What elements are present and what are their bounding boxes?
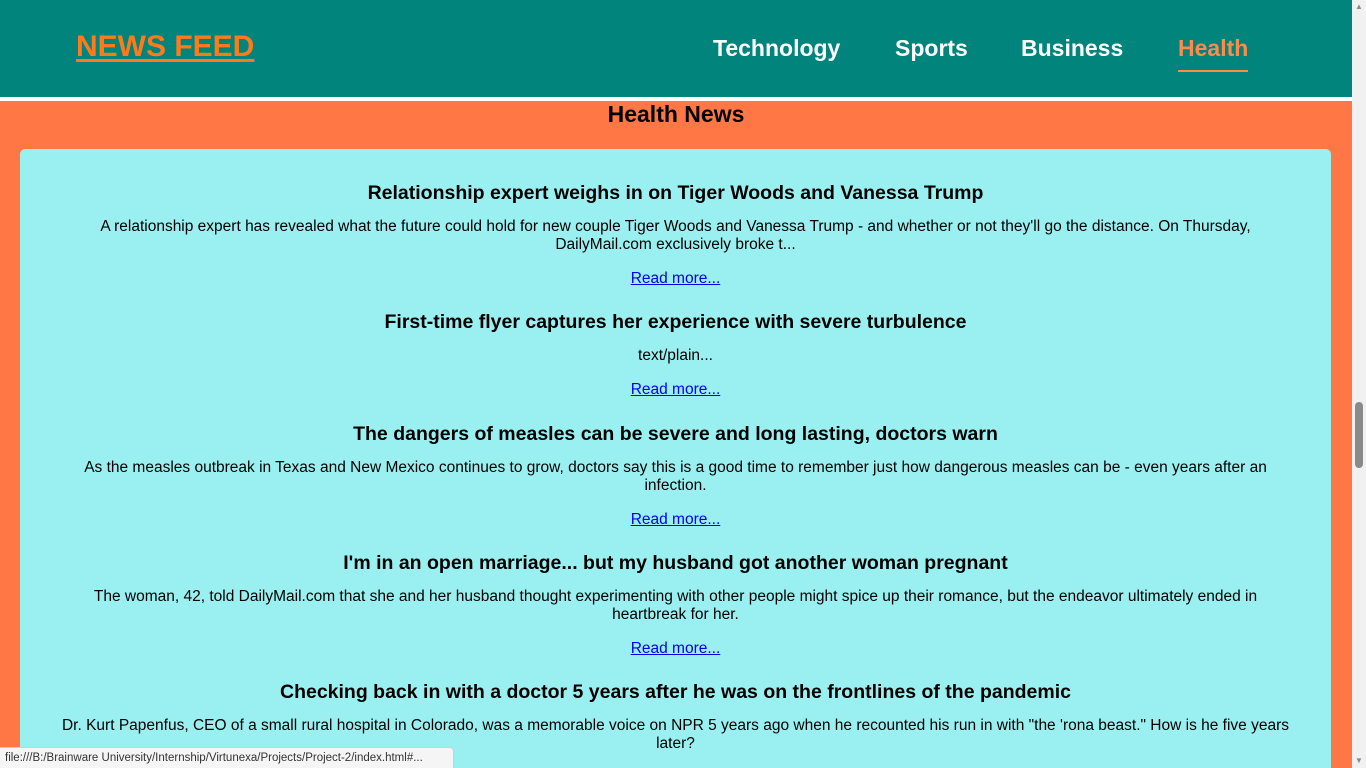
main-nav: Technology Sports Business Health bbox=[0, 35, 1352, 75]
article-item: First-time flyer captures her experience… bbox=[20, 310, 1331, 399]
link-status-bar: file:///B:/Brainware University/Internsh… bbox=[0, 747, 454, 768]
article-item: Checking back in with a doctor 5 years a… bbox=[20, 680, 1331, 753]
article-title: I'm in an open marriage... but my husban… bbox=[343, 552, 1008, 574]
nav-business[interactable]: Business bbox=[1021, 35, 1123, 62]
article-summary: As the measles outbreak in Texas and New… bbox=[84, 459, 1267, 494]
page: NEWS FEED Technology Sports Business Hea… bbox=[0, 0, 1366, 768]
scroll-up-arrow-icon[interactable]: ▲ bbox=[1352, 0, 1366, 14]
article-title: Relationship expert weighs in on Tiger W… bbox=[367, 182, 984, 204]
read-more-link[interactable]: Read more... bbox=[631, 381, 721, 399]
article-summary: The woman, 42, told DailyMail.com that s… bbox=[93, 588, 1258, 623]
article-item: I'm in an open marriage... but my husban… bbox=[20, 551, 1331, 658]
read-more-link[interactable]: Read more... bbox=[631, 640, 721, 658]
read-more-link[interactable]: Read more... bbox=[631, 270, 721, 288]
nav-health[interactable]: Health bbox=[1178, 35, 1249, 72]
article-title: First-time flyer captures her experience… bbox=[384, 311, 967, 333]
news-card: Relationship expert weighs in on Tiger W… bbox=[20, 149, 1331, 768]
article-title: Checking back in with a doctor 5 years a… bbox=[279, 681, 1071, 703]
section-title: Health News bbox=[607, 101, 745, 127]
scroll-down-arrow-icon[interactable]: ▼ bbox=[1352, 754, 1366, 768]
read-more-link[interactable]: Read more... bbox=[631, 511, 721, 529]
nav-sports[interactable]: Sports bbox=[895, 35, 968, 62]
vertical-scrollbar[interactable]: ▲ ▼ bbox=[1352, 0, 1366, 768]
site-header: NEWS FEED Technology Sports Business Hea… bbox=[0, 0, 1352, 97]
nav-technology[interactable]: Technology bbox=[713, 35, 840, 62]
article-item: The dangers of measles can be severe and… bbox=[20, 422, 1331, 529]
article-summary: text/plain... bbox=[638, 347, 713, 364]
article-item: Relationship expert weighs in on Tiger W… bbox=[20, 181, 1331, 288]
article-summary: A relationship expert has revealed what … bbox=[100, 218, 1251, 253]
scrollbar-thumb[interactable] bbox=[1355, 402, 1363, 468]
article-title: The dangers of measles can be severe and… bbox=[353, 423, 998, 445]
